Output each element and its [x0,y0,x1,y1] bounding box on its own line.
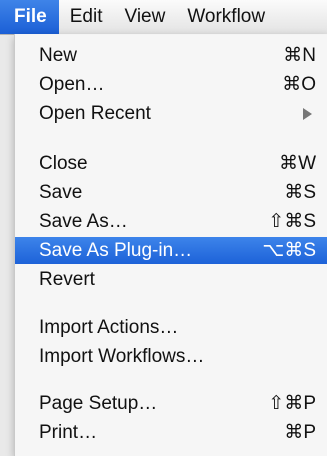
menu-item-label: Page Setup… [39,393,158,414]
keyboard-shortcut: ⇧⌘P [268,393,316,414]
menu-separator [15,381,327,382]
menu-item-page-setup[interactable]: Page Setup… ⇧⌘P [15,390,327,417]
file-menu-dropdown: New ⌘N Open… ⌘O Open Recent Close ⌘W Sav… [14,34,327,456]
keyboard-shortcut: ⌘N [283,45,316,66]
menu-item-save-as[interactable]: Save As… ⇧⌘S [15,208,327,235]
keyboard-shortcut: ⌘O [282,74,316,95]
menu-separator [15,304,327,305]
menu-item-import-actions[interactable]: Import Actions… [15,314,327,341]
submenu-arrow-icon [303,108,312,120]
keyboard-shortcut: ⇧⌘S [268,211,316,232]
menu-file[interactable]: File [0,0,59,34]
menu-item-save-as-plugin[interactable]: Save As Plug-in… ⌥⌘S [15,237,327,264]
menu-item-print[interactable]: Print… ⌘P [15,419,327,446]
menu-item-revert[interactable]: Revert [15,266,327,293]
menu-view[interactable]: View [113,0,176,34]
menu-item-label: Import Workflows… [39,346,205,367]
menu-item-save[interactable]: Save ⌘S [15,179,327,206]
menu-item-label: Save As Plug-in… [39,240,193,261]
menu-bar: File Edit View Workflow [0,0,327,35]
menu-edit[interactable]: Edit [59,0,114,34]
menu-workflow[interactable]: Workflow [176,0,276,34]
keyboard-shortcut: ⌘S [284,182,316,203]
menu-item-label: Open Recent [39,103,151,124]
menu-item-label: Save [39,182,83,203]
menu-item-label: Open… [39,74,105,95]
keyboard-shortcut: ⌘W [279,153,316,174]
menu-item-open[interactable]: Open… ⌘O [15,71,327,98]
menu-separator [15,138,327,139]
keyboard-shortcut: ⌥⌘S [262,240,316,261]
menu-item-label: Close [39,153,88,174]
menu-item-new[interactable]: New ⌘N [15,42,327,69]
menu-item-label: Revert [39,269,95,290]
menu-item-label: Import Actions… [39,317,179,338]
menu-item-label: Print… [39,422,98,443]
menu-item-open-recent[interactable]: Open Recent [15,100,327,127]
menu-item-label: Save As… [39,211,128,232]
menu-item-label: New [39,45,78,66]
keyboard-shortcut: ⌘P [284,422,316,443]
menu-item-import-workflows[interactable]: Import Workflows… [15,343,327,370]
menu-item-close[interactable]: Close ⌘W [15,150,327,177]
